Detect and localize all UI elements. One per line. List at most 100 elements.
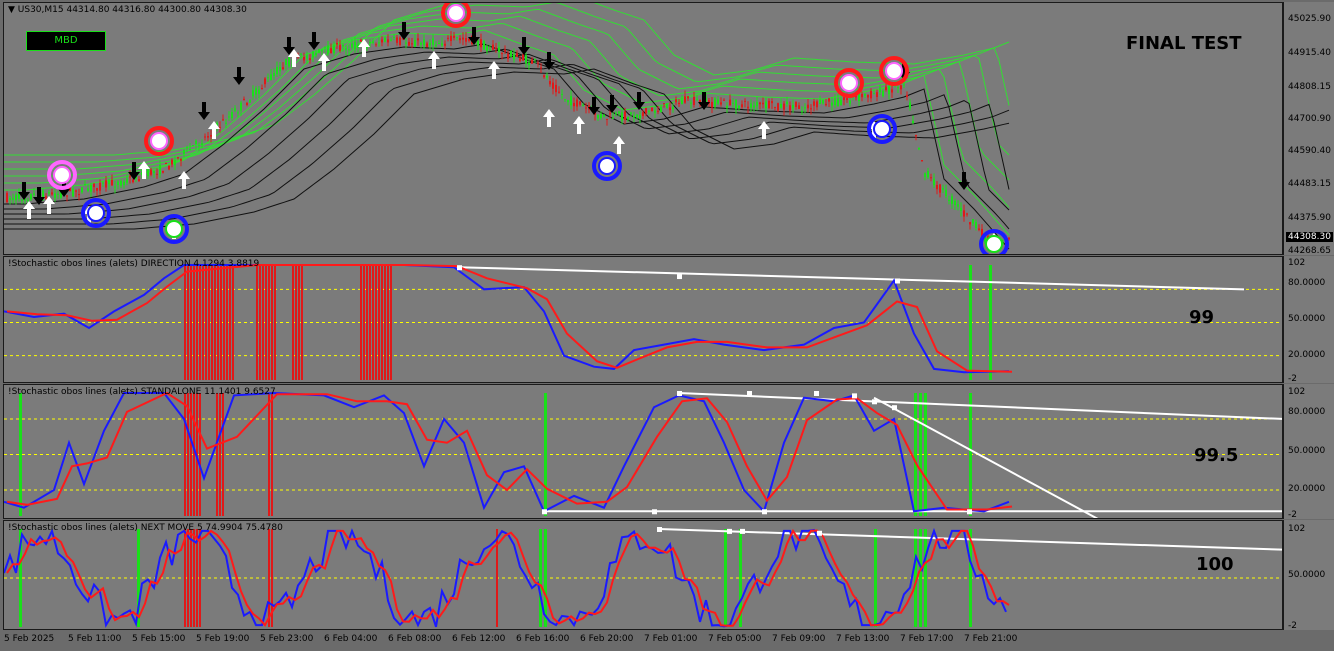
- candle-body: [603, 114, 605, 117]
- time-axis-label: 5 Feb 23:00: [260, 634, 314, 644]
- stochastic-standalone-pane[interactable]: !Stochastic obos lines (alets) STANDALON…: [3, 384, 1283, 519]
- signal-bar: [378, 265, 380, 380]
- candle-body: [879, 87, 881, 93]
- candle-body: [396, 37, 398, 43]
- candle-body: [192, 145, 194, 147]
- signal-bar: [390, 265, 392, 380]
- candle-body: [642, 112, 644, 116]
- signal-bar: [874, 529, 877, 627]
- candle-body: [534, 58, 536, 60]
- candle-body: [864, 93, 866, 96]
- signal-bar: [268, 529, 270, 627]
- candle-body: [756, 102, 758, 107]
- candle-body: [597, 115, 599, 119]
- candle-body: [117, 181, 119, 186]
- candle-body: [132, 179, 134, 183]
- candle-body: [819, 99, 821, 104]
- candle-body: [57, 193, 59, 195]
- mbd-button[interactable]: MBD: [26, 31, 106, 51]
- candle-body: [15, 194, 17, 201]
- candle-body: [345, 48, 347, 51]
- stochastic-direction-pane[interactable]: !Stochastic obos lines (alets) DIRECTION…: [3, 256, 1283, 383]
- signal-bar: [372, 265, 374, 380]
- candle-body: [804, 107, 806, 109]
- candle-body: [753, 105, 755, 108]
- signal-bar: [187, 529, 189, 627]
- time-axis-label: 5 Feb 2025: [4, 634, 55, 644]
- stochastic-next-move-pane[interactable]: !Stochastic obos lines (alets) NEXT MOVE…: [3, 520, 1283, 630]
- candle-body: [93, 183, 95, 188]
- candle-body: [840, 99, 842, 106]
- scale-tick: -2: [1288, 374, 1297, 384]
- candle-body: [72, 188, 74, 197]
- candle-body: [585, 107, 587, 109]
- candle-body: [393, 36, 395, 38]
- signal-bar: [544, 393, 547, 516]
- candle-body: [432, 38, 434, 45]
- pivot-marker: [895, 278, 900, 284]
- signal-bar: [387, 265, 389, 380]
- pivot-marker: [652, 509, 657, 515]
- candle-body: [888, 86, 890, 95]
- candle-body: [351, 43, 353, 48]
- candle-body: [789, 105, 791, 111]
- candle-body: [684, 96, 686, 103]
- candle-body: [276, 67, 278, 75]
- candle-body: [120, 180, 122, 186]
- candle-body: [510, 51, 512, 57]
- candle-body: [915, 135, 917, 137]
- candle-body: [771, 101, 773, 104]
- candle-body: [579, 101, 581, 105]
- candle-body: [714, 98, 716, 107]
- pivot-marker: [727, 528, 732, 534]
- candle-body: [921, 160, 923, 162]
- pivot-marker: [677, 274, 682, 280]
- candle-body: [420, 42, 422, 45]
- scale-tick: 44808.15: [1288, 82, 1331, 92]
- candle-body: [411, 43, 413, 45]
- candle-body: [1008, 237, 1010, 240]
- candle-body: [519, 58, 521, 62]
- signal-bar: [232, 265, 234, 380]
- candle-body: [570, 96, 572, 106]
- candle-body: [273, 73, 275, 76]
- signal-bar: [914, 393, 917, 516]
- signal-bar: [919, 393, 922, 516]
- pivot-marker: [814, 391, 819, 396]
- candle-body: [870, 90, 872, 99]
- candle-body: [690, 102, 692, 104]
- candle-body: [246, 102, 248, 105]
- candle-body: [105, 180, 107, 188]
- candle-body: [258, 89, 260, 94]
- candle-body: [138, 179, 140, 181]
- time-axis-label: 5 Feb 19:00: [196, 634, 250, 644]
- signal-dot-icon: [165, 220, 183, 238]
- candle-body: [861, 94, 863, 98]
- candle-body: [324, 46, 326, 48]
- candle-body: [501, 53, 503, 55]
- candle-body: [966, 213, 968, 215]
- time-axis: 5 Feb 2025 5 Feb 11:00 5 Feb 15:00 5 Feb 19…: [3, 630, 1283, 651]
- candle-body: [201, 143, 203, 145]
- signal-dot-icon: [840, 74, 858, 92]
- candle-body: [900, 85, 902, 90]
- candle-body: [945, 189, 947, 197]
- buy-arrow-icon: [208, 121, 220, 139]
- candle-body: [75, 190, 77, 192]
- price-chart-pane[interactable]: ▼ US30,M15 44314.80 44316.80 44300.80 44…: [3, 2, 1283, 255]
- candle-body: [348, 49, 350, 51]
- buy-arrow-icon: [543, 109, 555, 127]
- time-axis-label: 7 Feb 01:00: [644, 634, 698, 644]
- signal-bar: [184, 265, 186, 380]
- signal-dot-icon: [447, 4, 465, 22]
- signal-bar: [222, 393, 224, 516]
- signal-bar: [539, 529, 542, 627]
- chart-symbol-title: ▼ US30,M15 44314.80 44316.80 44300.80 44…: [8, 5, 247, 15]
- candle-body: [84, 184, 86, 186]
- candle-body: [873, 93, 875, 95]
- candle-body: [339, 44, 341, 51]
- stochastic-signal-line: [6, 391, 1013, 511]
- pivot-marker: [892, 405, 897, 411]
- candle-body: [102, 182, 104, 184]
- candle-body: [108, 179, 110, 185]
